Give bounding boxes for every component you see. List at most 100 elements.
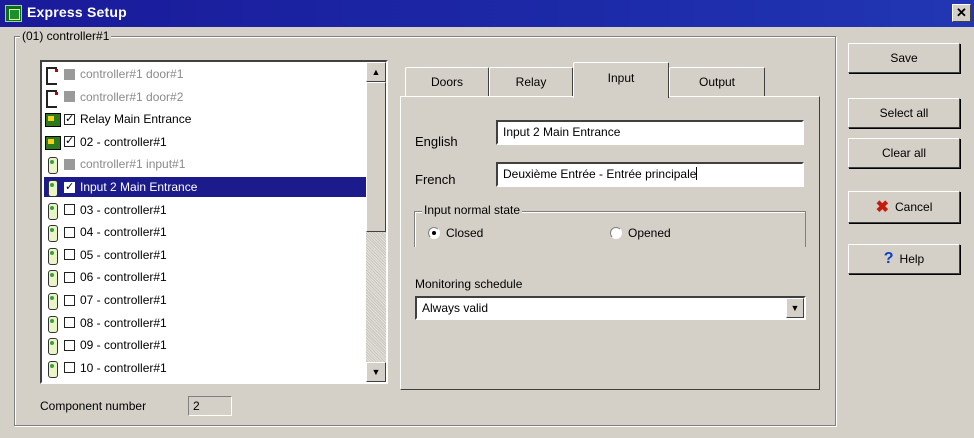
tab-doors[interactable]: Doors — [405, 67, 489, 97]
save-button-label: Save — [890, 51, 918, 65]
list-item-label: 04 - controller#1 — [80, 225, 167, 240]
list-item-label: 08 - controller#1 — [80, 315, 167, 330]
chevron-down-icon[interactable]: ▼ — [786, 298, 804, 318]
item-checkbox[interactable] — [64, 226, 75, 238]
item-checkbox[interactable] — [64, 134, 75, 148]
input-icon — [44, 315, 60, 333]
list-item[interactable]: 06 - controller#1 — [44, 267, 368, 288]
closed-radio-label: Closed — [446, 226, 484, 240]
input-icon — [44, 337, 60, 356]
close-button[interactable]: ✕ — [952, 4, 971, 22]
relay-icon — [44, 111, 61, 128]
tab-relay[interactable]: Relay — [489, 67, 573, 97]
save-button[interactable]: Save — [848, 43, 960, 73]
list-item-label: 09 - controller#1 — [80, 338, 167, 353]
list-item[interactable]: 10 - controller#1 — [44, 358, 368, 378]
list-scrollbar[interactable]: ▲ ▼ — [366, 62, 386, 382]
list-item-label: Relay Main Entrance — [80, 112, 192, 127]
list-item[interactable]: 05 - controller#1 — [44, 245, 368, 265]
title-bar: Express Setup ✕ — [0, 0, 974, 27]
tab-output[interactable]: Output — [669, 67, 765, 97]
list-item-label: controller#1 door#2 — [80, 89, 184, 104]
select-all-button[interactable]: Select all — [848, 98, 960, 128]
clear-all-label: Clear all — [881, 146, 926, 160]
input-icon — [44, 179, 60, 197]
item-checkbox[interactable] — [64, 68, 75, 80]
door-icon — [44, 89, 60, 108]
input-icon — [44, 292, 60, 310]
help-button[interactable]: ? Help — [848, 244, 960, 274]
component-list[interactable]: controller#1 door#1 controller#1 door#2 Re… — [40, 60, 388, 384]
list-item-label: controller#1 input#1 — [80, 157, 186, 172]
item-checkbox[interactable] — [64, 294, 75, 306]
list-item[interactable]: 02 - controller#1 — [44, 132, 368, 152]
input-icon — [44, 156, 60, 175]
help-label: Help — [899, 252, 925, 266]
scroll-down-button[interactable]: ▼ — [366, 362, 386, 382]
closed-radio[interactable]: Closed — [428, 226, 483, 240]
list-item-label: 07 - controller#1 — [80, 293, 167, 307]
list-item-label: 10 - controller#1 — [80, 360, 167, 375]
french-name-input[interactable]: Deuxième Entrée - Entrée principale — [496, 162, 804, 187]
list-item[interactable]: controller#1 door#1 — [44, 64, 368, 85]
help-question-icon: ? — [883, 250, 894, 267]
item-checkbox[interactable] — [64, 158, 75, 170]
item-checkbox[interactable] — [64, 362, 75, 374]
item-checkbox[interactable] — [64, 271, 75, 283]
clear-all-button[interactable]: Clear all — [848, 138, 960, 168]
monitoring-schedule-select[interactable]: Always valid ▼ — [415, 296, 806, 320]
list-item-label: controller#1 door#1 — [80, 67, 184, 81]
list-item-label: 05 - controller#1 — [80, 247, 167, 262]
item-checkbox[interactable] — [64, 339, 75, 351]
item-checkbox[interactable] — [64, 204, 75, 216]
cancel-button[interactable]: ✖ Cancel — [848, 191, 960, 223]
app-icon — [5, 5, 22, 22]
cancel-x-icon: ✖ — [875, 199, 890, 216]
list-item-label: 03 - controller#1 — [80, 202, 167, 217]
list-item[interactable]: controller#1 input#1 — [44, 154, 368, 175]
list-item-label: Input 2 Main Entrance — [80, 180, 198, 194]
express-setup-window: Express Setup ✕ (01) controller#1 contro… — [0, 0, 974, 438]
item-checkbox[interactable] — [64, 180, 75, 193]
list-item[interactable]: 04 - controller#1 — [44, 222, 368, 243]
input-icon — [44, 224, 60, 243]
component-number-field: 2 — [188, 396, 232, 416]
tab-input[interactable]: Input — [573, 62, 669, 98]
text-caret — [696, 167, 698, 180]
component-number-label: Component number — [40, 399, 147, 413]
opened-radio-label: Opened — [628, 226, 671, 240]
radio-empty-icon — [610, 227, 622, 239]
list-item[interactable]: Input 2 Main Entrance — [44, 177, 368, 197]
list-item[interactable]: 08 - controller#1 — [44, 313, 368, 333]
relay-icon — [44, 134, 61, 150]
controller-group-label: (01) controller#1 — [20, 29, 112, 43]
list-item[interactable]: Relay Main Entrance — [44, 109, 368, 129]
list-item[interactable]: 09 - controller#1 — [44, 335, 368, 356]
item-checkbox[interactable] — [64, 112, 75, 125]
item-checkbox[interactable] — [64, 249, 75, 261]
select-all-label: Select all — [879, 106, 929, 120]
french-label: French — [415, 172, 456, 187]
english-name-input[interactable]: Input 2 Main Entrance — [496, 120, 804, 145]
scroll-thumb[interactable] — [366, 82, 386, 232]
list-item[interactable]: 07 - controller#1 — [44, 290, 368, 310]
opened-radio[interactable]: Opened — [610, 226, 671, 240]
scroll-up-button[interactable]: ▲ — [366, 62, 386, 82]
normal-state-label: Input normal state — [422, 203, 523, 217]
item-checkbox[interactable] — [64, 317, 75, 329]
cancel-label: Cancel — [895, 200, 933, 214]
input-icon — [44, 360, 60, 378]
monitoring-schedule-label: Monitoring schedule — [415, 277, 523, 291]
list-item-label: 06 - controller#1 — [80, 270, 167, 285]
input-icon — [44, 202, 60, 220]
input-icon — [44, 269, 60, 288]
door-icon — [44, 66, 60, 85]
schedule-value: Always valid — [422, 301, 489, 315]
item-checkbox[interactable] — [64, 91, 75, 103]
window-title: Express Setup — [27, 4, 127, 20]
list-item[interactable]: controller#1 door#2 — [44, 87, 368, 108]
input-icon — [44, 247, 60, 265]
english-label: English — [415, 134, 458, 149]
list-item-label: 02 - controller#1 — [80, 134, 167, 149]
list-item[interactable]: 03 - controller#1 — [44, 200, 368, 220]
